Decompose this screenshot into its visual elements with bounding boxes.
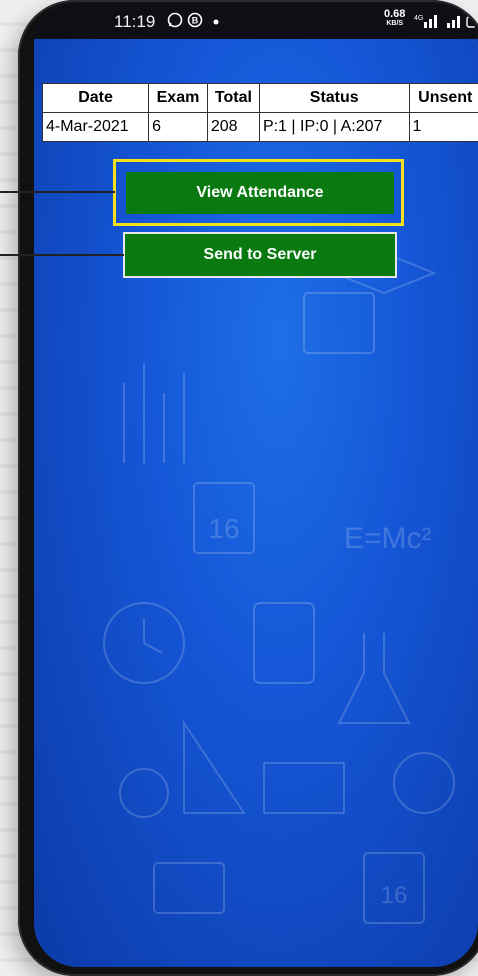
svg-text:16: 16	[381, 882, 408, 909]
column-header-exam: Exam	[148, 83, 208, 113]
network-speed: 0.68 KB/S	[384, 8, 406, 28]
battery-icon	[466, 16, 478, 28]
callout-line-send-to-server	[0, 254, 124, 256]
column-header-total: Total	[206, 83, 260, 113]
cell-date: 4-Mar-2021	[41, 112, 150, 142]
cell-status: P:1 | IP:0 | A:207	[258, 112, 410, 142]
status-bar: 11:19 B 0.68 KB/S 4G	[34, 3, 478, 39]
status-time: 11:19	[114, 12, 156, 31]
education-doodle-pattern: 16 E=Mc² 16	[103, 251, 455, 924]
attendance-table: Date Exam Total Status Unsent 4-Mar-2021…	[41, 83, 478, 142]
cell-unsent: 1	[408, 112, 478, 142]
cell-exam: 6	[148, 112, 208, 142]
cell-total: 208	[206, 112, 260, 142]
callout-line-view-attendance	[0, 191, 115, 193]
svg-text:16: 16	[208, 513, 239, 544]
svg-text:4G: 4G	[414, 15, 423, 22]
app-screen: 16 E=Mc² 16 11:19 B 0.68 KB/S 4G Date Ex…	[34, 3, 478, 967]
column-header-status: Status	[258, 83, 410, 113]
table-row: 4-Mar-2021 6 208 P:1 | IP:0 | A:207 1	[41, 112, 478, 142]
column-header-date: Date	[41, 83, 150, 113]
table-header-row: Date Exam Total Status Unsent	[41, 83, 478, 113]
4g-signal-icon: 4G	[414, 15, 437, 28]
whatsapp-icon	[167, 12, 183, 28]
signal-strength-icon	[447, 16, 460, 28]
b-circle-icon: B	[187, 12, 203, 28]
send-to-server-button[interactable]: Send to Server	[123, 232, 397, 278]
notification-dot-icon	[213, 19, 219, 25]
view-attendance-button[interactable]: View Attendance	[126, 172, 394, 214]
svg-text:E=Mc²: E=Mc²	[344, 522, 432, 555]
svg-text:B: B	[192, 16, 199, 26]
column-header-unsent: Unsent	[408, 83, 478, 113]
